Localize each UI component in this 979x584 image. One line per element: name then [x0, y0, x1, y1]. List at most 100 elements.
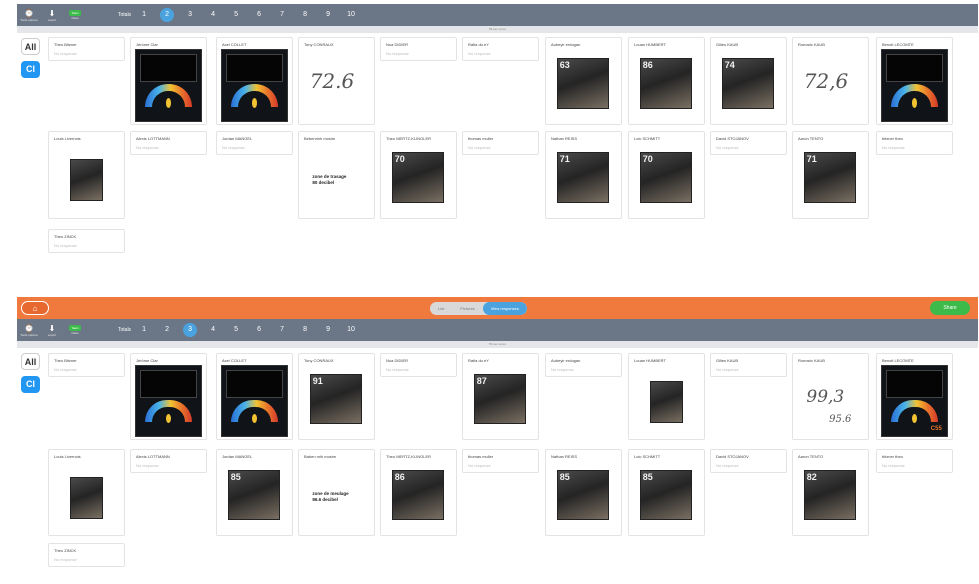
page-6-button[interactable]: 6 — [252, 323, 266, 337]
sound-meter-photo[interactable]: C55 — [881, 365, 948, 437]
response-card[interactable]: Romaric KAUB 72,6 — [792, 37, 869, 125]
response-card[interactable]: Nathan REISS 71 — [545, 131, 622, 219]
page-5-button[interactable]: 5 — [229, 8, 243, 22]
page-9-button[interactable]: 9 — [321, 8, 335, 22]
response-photo[interactable] — [649, 380, 684, 423]
response-card[interactable]: bitzner theo No response — [876, 449, 953, 473]
response-photo[interactable] — [69, 159, 104, 202]
response-card[interactable]: Louan HUMBERT — [628, 353, 705, 440]
response-card[interactable]: Aaron TENTO 82 — [792, 449, 869, 536]
response-photo[interactable]: 85 — [227, 469, 280, 521]
filter-all-button[interactable]: All — [21, 353, 40, 370]
page-3-button[interactable]: 3 — [183, 8, 197, 22]
sound-meter-photo[interactable] — [135, 365, 202, 437]
response-photo[interactable]: 74 — [721, 57, 774, 109]
response-card[interactable]: Louis Livernois — [48, 449, 125, 536]
response-card[interactable]: Axel COLLET — [216, 353, 293, 440]
page-1-button[interactable]: 1 — [137, 323, 151, 337]
response-card[interactable]: Gilles KAUB No response — [710, 353, 787, 377]
response-card[interactable]: Louan HUMBERT 86 — [628, 37, 705, 125]
response-photo[interactable]: 91 — [309, 373, 362, 425]
response-card[interactable]: Gilles KAUB 74 — [710, 37, 787, 125]
page-4-button[interactable]: 4 — [206, 323, 220, 337]
response-card[interactable]: Louis Livernois — [48, 131, 125, 219]
response-card[interactable]: Axel COLLET — [216, 37, 293, 125]
response-card[interactable]: Theo Bitzner No response — [48, 353, 125, 377]
response-card[interactable]: Loic SCHMITT 85 — [628, 449, 705, 536]
response-photo[interactable]: 63 — [556, 57, 609, 109]
response-card[interactable]: thomas muller No response — [462, 131, 539, 155]
page-7-button[interactable]: 7 — [275, 323, 289, 337]
totals-label[interactable]: Totals — [118, 12, 131, 18]
response-card[interactable]: David STOJANOV No response — [710, 449, 787, 473]
response-card[interactable]: thomas muller No response — [462, 449, 539, 473]
response-card[interactable]: Jordan MANGEL No response — [216, 131, 293, 155]
response-photo[interactable]: 85 — [556, 469, 609, 521]
response-card[interactable]: Theo Bitzner No response — [48, 37, 125, 61]
tab-view-responses[interactable]: View responses — [482, 302, 527, 315]
response-card[interactable]: Aubeyir erdogan 63 — [545, 37, 622, 125]
response-photo[interactable]: 71 — [556, 151, 609, 203]
page-6-button[interactable]: 6 — [252, 8, 266, 22]
response-card[interactable]: Noa DIDIER No response — [380, 353, 457, 377]
response-photo[interactable]: 87 — [473, 373, 526, 425]
home-button[interactable]: ⌂ — [21, 301, 49, 315]
response-card[interactable]: Theo MERTZ-KLINGLER 86 — [380, 449, 457, 536]
page-2-button[interactable]: 2 — [160, 323, 174, 337]
page-2-button[interactable]: 2 — [160, 8, 175, 22]
response-photo[interactable]: 71 — [803, 151, 856, 203]
page-8-button[interactable]: 8 — [298, 323, 312, 337]
page-10-button[interactable]: 10 — [344, 8, 358, 22]
sound-meter-photo[interactable] — [221, 365, 288, 437]
tab-list[interactable]: List — [430, 302, 452, 315]
page-3-button[interactable]: 3 — [183, 323, 198, 337]
sound-meter-photo[interactable] — [221, 49, 288, 122]
page-10-button[interactable]: 10 — [344, 323, 358, 337]
page-9-button[interactable]: 9 — [321, 323, 335, 337]
response-card[interactable]: bitzner theo No response — [876, 131, 953, 155]
response-card[interactable]: Jérôme Clar — [130, 353, 207, 440]
response-photo[interactable]: 86 — [639, 57, 692, 109]
page-4-button[interactable]: 4 — [206, 8, 220, 22]
tab-pictures[interactable]: Pictures — [452, 302, 482, 315]
response-photo[interactable]: 70 — [639, 151, 692, 203]
response-card[interactable]: Theo ZINCK No response — [48, 543, 125, 567]
filter-cl-button[interactable]: Cl — [21, 376, 40, 393]
response-card[interactable]: Rafia du eY 87 — [462, 353, 539, 440]
totals-label[interactable]: Totals — [118, 327, 131, 333]
response-card[interactable]: David STOJANOV No response — [710, 131, 787, 155]
response-card[interactable]: Aubeyir erdogan No response — [545, 353, 622, 377]
response-card[interactable]: Tony CONRAUX 72.6 — [298, 37, 375, 125]
response-card[interactable]: Nathan REISS 85 — [545, 449, 622, 536]
response-card[interactable]: Romaric KAUB 99,3 95.6 — [792, 353, 869, 440]
response-card[interactable]: Jordan MANGEL 85 — [216, 449, 293, 536]
response-photo[interactable]: 82 — [803, 469, 856, 521]
response-card[interactable]: Theo MERTZ-KLINGLER 70 — [380, 131, 457, 219]
response-card[interactable]: Bebenrinh mosim zone de trasage 80 decibel — [298, 131, 375, 219]
response-photo[interactable]: 86 — [391, 469, 444, 521]
page-8-button[interactable]: 8 — [298, 8, 312, 22]
response-card[interactable]: Benoit LECOMTE — [876, 37, 953, 125]
share-team-button[interactable]: Team share — [65, 319, 85, 341]
response-card[interactable]: Alexis LOTTMANN No response — [130, 131, 207, 155]
response-card[interactable]: Loic SCHMITT 70 — [628, 131, 705, 219]
filter-all-button[interactable]: All — [21, 38, 40, 55]
response-card[interactable]: Rafia du eY No response — [462, 37, 539, 61]
page-7-button[interactable]: 7 — [275, 8, 289, 22]
export-button[interactable]: ⬇ export — [42, 4, 62, 26]
response-card[interactable]: Noa DIDIER No response — [380, 37, 457, 61]
response-card[interactable]: Baben mih mosim zone de meulage 86.6 decib… — [298, 449, 375, 536]
response-card[interactable]: Alexis LOTTMANN No response — [130, 449, 207, 473]
tools-options-button[interactable]: ⌚ Tools options — [19, 319, 39, 341]
sound-meter-photo[interactable] — [881, 49, 948, 122]
response-photo[interactable]: 70 — [391, 151, 444, 203]
export-button[interactable]: ⬇ export — [42, 319, 62, 341]
share-team-button[interactable]: Team share — [65, 4, 85, 26]
response-card[interactable]: Benoit LECOMTE C55 — [876, 353, 953, 440]
sound-meter-photo[interactable] — [135, 49, 202, 122]
tools-options-button[interactable]: ⌚ Tools options — [19, 4, 39, 26]
page-1-button[interactable]: 1 — [137, 8, 151, 22]
share-button[interactable]: Share — [930, 301, 970, 315]
page-5-button[interactable]: 5 — [229, 323, 243, 337]
filter-cl-button[interactable]: Cl — [21, 61, 40, 78]
